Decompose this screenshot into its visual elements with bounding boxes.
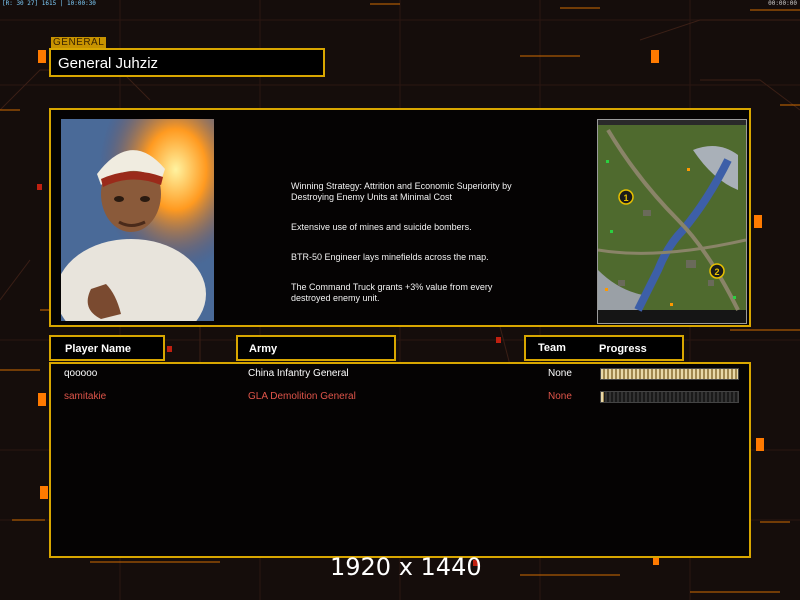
map-preview: 1 2 [597,119,747,324]
strategy-line: The Command Truck grants +3% value from … [291,282,493,303]
player-name-header[interactable]: Player Name [49,335,165,361]
strategy-line: Extensive use of mines and suicide bombe… [291,222,472,232]
strategy-line: BTR-50 Engineer lays minefields across t… [291,252,489,262]
hud-clock: 00:00:00 [768,0,797,7]
map-marker-2: 2 [714,267,719,277]
progress-bar-fill [601,392,604,402]
general-info-panel: Winning Strategy: Attrition and Economic… [49,108,751,327]
player-name: samitakie [64,391,107,402]
table-row: samitakie GLA Demolition General None [51,389,749,405]
player-list: qooooo China Infantry General None samit… [49,362,751,558]
general-name-box: General Juhziz [49,48,325,77]
hud-status-left: [R: 30 27] 1615 | 10:00:30 [2,0,96,7]
player-team: None [548,368,572,379]
progress-bar [600,391,739,403]
player-army: GLA Demolition General [248,391,356,402]
player-name-header-label: Player Name [65,343,132,355]
strategy-description: Winning Strategy: Attrition and Economic… [291,170,551,323]
army-header[interactable]: Army [236,335,396,361]
map-marker-1: 1 [623,193,628,203]
player-name: qooooo [64,368,98,379]
team-progress-header[interactable]: Team Progress [524,335,684,361]
player-team: None [548,391,572,402]
player-army: China Infantry General [248,368,349,379]
strategy-line: Winning Strategy: Attrition and Economic… [291,181,512,202]
general-portrait [61,119,214,321]
general-name: General Juhziz [58,55,159,72]
table-row: qooooo China Infantry General None [51,366,749,382]
progress-bar [600,368,739,380]
progress-bar-fill [601,369,738,379]
team-header-label: Team [538,342,566,354]
general-tag: GENERAL [51,37,107,48]
army-header-label: Army [249,343,278,355]
progress-header-label: Progress [599,343,647,355]
resolution-label: 1920 x 1440 [330,553,482,581]
